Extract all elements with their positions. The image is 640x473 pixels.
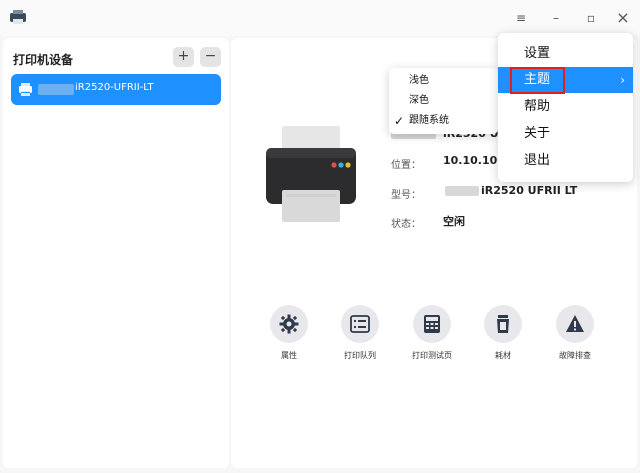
model-value: iR2520 UFRII LT	[481, 184, 578, 197]
supplies-label: 耗材	[495, 351, 511, 360]
troubleshoot-label: 故障排查	[559, 351, 591, 360]
redacted-text	[445, 186, 479, 196]
location-value: 10.10.10.	[443, 154, 502, 167]
minimize-button[interactable]: –	[545, 8, 567, 28]
theme-dark-label: 深色	[409, 95, 429, 106]
theme-submenu: 浅色 深色 ✓ 跟随系统	[389, 68, 498, 134]
print-queue-button[interactable]: 打印队列	[330, 305, 390, 361]
status-value: 空闲	[443, 215, 465, 228]
menu-item-theme[interactable]: 主题 ›	[498, 67, 633, 94]
supplies-icon	[497, 315, 509, 333]
queue-icon	[350, 315, 370, 333]
status-label: 状态：	[391, 219, 421, 230]
printer-illustration-icon	[266, 126, 356, 222]
remove-printer-button[interactable]: −	[200, 47, 221, 67]
close-button[interactable]: ×	[612, 8, 634, 28]
printer-list-item[interactable]: iR2520-UFRII-LT	[11, 74, 221, 105]
test-page-icon	[424, 315, 440, 333]
app-printer-icon	[10, 10, 26, 24]
troubleshoot-button[interactable]: 故障排查	[545, 305, 605, 361]
printer-icon	[19, 83, 32, 96]
maximize-button[interactable]: ▫	[580, 8, 602, 28]
printer-manager-window: ≡ – ▫ × 打印机设备 + − iR2520-UFRII-LT 位置： 10…	[0, 0, 640, 473]
model-label: 型号：	[391, 190, 421, 201]
theme-dark-item[interactable]: 深色	[389, 91, 498, 111]
menu-exit-label: 退出	[524, 153, 551, 168]
checkmark-icon: ✓	[394, 114, 405, 128]
chevron-right-icon: ›	[620, 73, 625, 87]
print-test-page-button[interactable]: 打印测试页	[402, 305, 462, 361]
theme-system-item[interactable]: ✓ 跟随系统	[389, 111, 498, 131]
theme-light-item[interactable]: 浅色	[389, 71, 498, 91]
supplies-button[interactable]: 耗材	[473, 305, 533, 361]
redacted-text	[38, 84, 74, 95]
menu-help-label: 帮助	[524, 99, 551, 114]
sidebar: 打印机设备 + − iR2520-UFRII-LT	[3, 38, 229, 468]
sidebar-title: 打印机设备	[13, 53, 74, 67]
menu-item-exit[interactable]: 退出	[498, 148, 633, 174]
menu-item-about[interactable]: 关于	[498, 121, 633, 147]
print-test-page-label: 打印测试页	[412, 351, 452, 360]
highlight-box	[510, 67, 565, 94]
theme-light-label: 浅色	[409, 75, 429, 86]
gear-icon	[279, 314, 299, 334]
main-menu-icon[interactable]: ≡	[510, 8, 532, 28]
printer-name: iR2520-UFRII-LT	[75, 82, 154, 93]
title-bar: ≡ – ▫ ×	[0, 0, 640, 36]
properties-label: 属性	[281, 351, 297, 360]
menu-settings-label: 设置	[524, 46, 551, 61]
location-label: 位置：	[391, 160, 421, 171]
add-printer-button[interactable]: +	[173, 47, 194, 67]
menu-item-settings[interactable]: 设置	[498, 41, 633, 67]
warning-icon	[566, 315, 584, 332]
properties-button[interactable]: 属性	[259, 305, 319, 361]
menu-about-label: 关于	[524, 126, 551, 141]
menu-item-help[interactable]: 帮助	[498, 94, 633, 120]
main-menu: 设置 主题 › 帮助 关于 退出	[498, 33, 633, 182]
theme-system-label: 跟随系统	[409, 115, 449, 126]
print-queue-label: 打印队列	[344, 351, 376, 360]
